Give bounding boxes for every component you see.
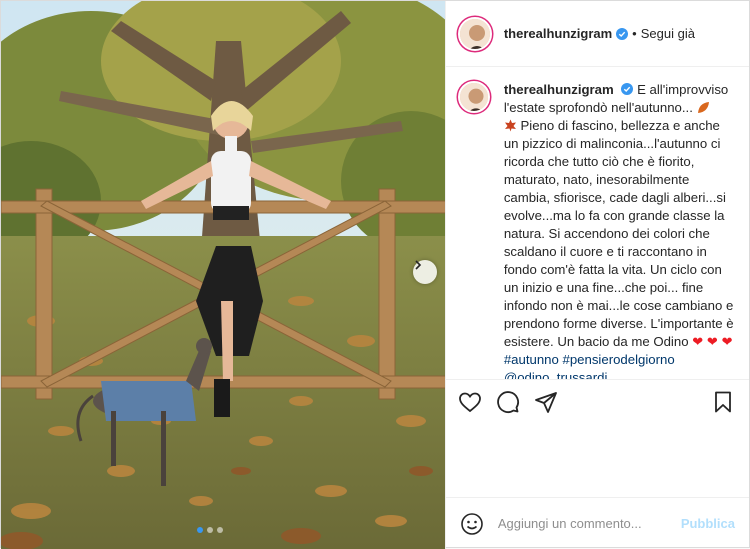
avatar-image bbox=[459, 18, 490, 49]
carousel-dot bbox=[217, 527, 223, 533]
photo-illustration bbox=[1, 1, 445, 549]
emoji-icon[interactable] bbox=[460, 512, 484, 536]
save-icon[interactable] bbox=[711, 390, 735, 414]
avatar-image bbox=[459, 83, 488, 111]
verified-badge-icon bbox=[616, 27, 629, 40]
comment-icon[interactable] bbox=[496, 390, 520, 414]
leaf-icon bbox=[697, 102, 709, 113]
chevron-right-icon bbox=[415, 260, 422, 270]
hashtag-link[interactable]: #autunno bbox=[504, 352, 559, 367]
caption-avatar[interactable] bbox=[457, 81, 490, 113]
post-header: therealhunzigram • Segui già bbox=[445, 1, 749, 67]
add-comment-bar: Aggiungi un commento... Pubblica bbox=[445, 497, 749, 549]
carousel-dot bbox=[197, 527, 203, 533]
comment-input[interactable]: Aggiungi un commento... bbox=[498, 516, 681, 531]
caption-text: therealhunzigram E all'improvviso l'esta… bbox=[503, 81, 736, 379]
action-bar bbox=[446, 380, 749, 424]
carousel-dots bbox=[197, 527, 223, 533]
carousel-dot bbox=[207, 527, 213, 533]
hearts-emoji: ❤ ❤ ❤ bbox=[692, 334, 733, 349]
next-photo-button[interactable] bbox=[413, 260, 437, 284]
caption: therealhunzigram E all'improvviso l'esta… bbox=[457, 81, 737, 379]
instagram-post: therealhunzigram • Segui già therealhunz… bbox=[0, 0, 750, 549]
caption-username[interactable]: therealhunzigram bbox=[504, 82, 614, 97]
post-photo[interactable] bbox=[1, 1, 445, 549]
avatar[interactable] bbox=[457, 16, 492, 51]
separator-dot: • bbox=[632, 26, 637, 41]
heart-icon[interactable] bbox=[458, 390, 482, 414]
post-sidebar: therealhunzigram • Segui già therealhunz… bbox=[444, 1, 749, 549]
username-link[interactable]: therealhunzigram bbox=[504, 26, 612, 41]
verified-badge-icon bbox=[621, 83, 634, 95]
share-icon[interactable] bbox=[534, 390, 558, 414]
comments-area: therealhunzigram E all'improvviso l'esta… bbox=[445, 67, 749, 380]
following-button[interactable]: Segui già bbox=[641, 26, 695, 41]
caption-text-part-2: Pieno di fascino, bellezza e anche un pi… bbox=[503, 118, 734, 349]
leaf-icon bbox=[504, 119, 516, 132]
likes-area bbox=[446, 424, 749, 497]
publish-button[interactable]: Pubblica bbox=[681, 516, 735, 531]
mention-link[interactable]: @odino_trussardi bbox=[504, 370, 608, 379]
hashtag-link[interactable]: #pensierodelgiorno bbox=[563, 352, 675, 367]
